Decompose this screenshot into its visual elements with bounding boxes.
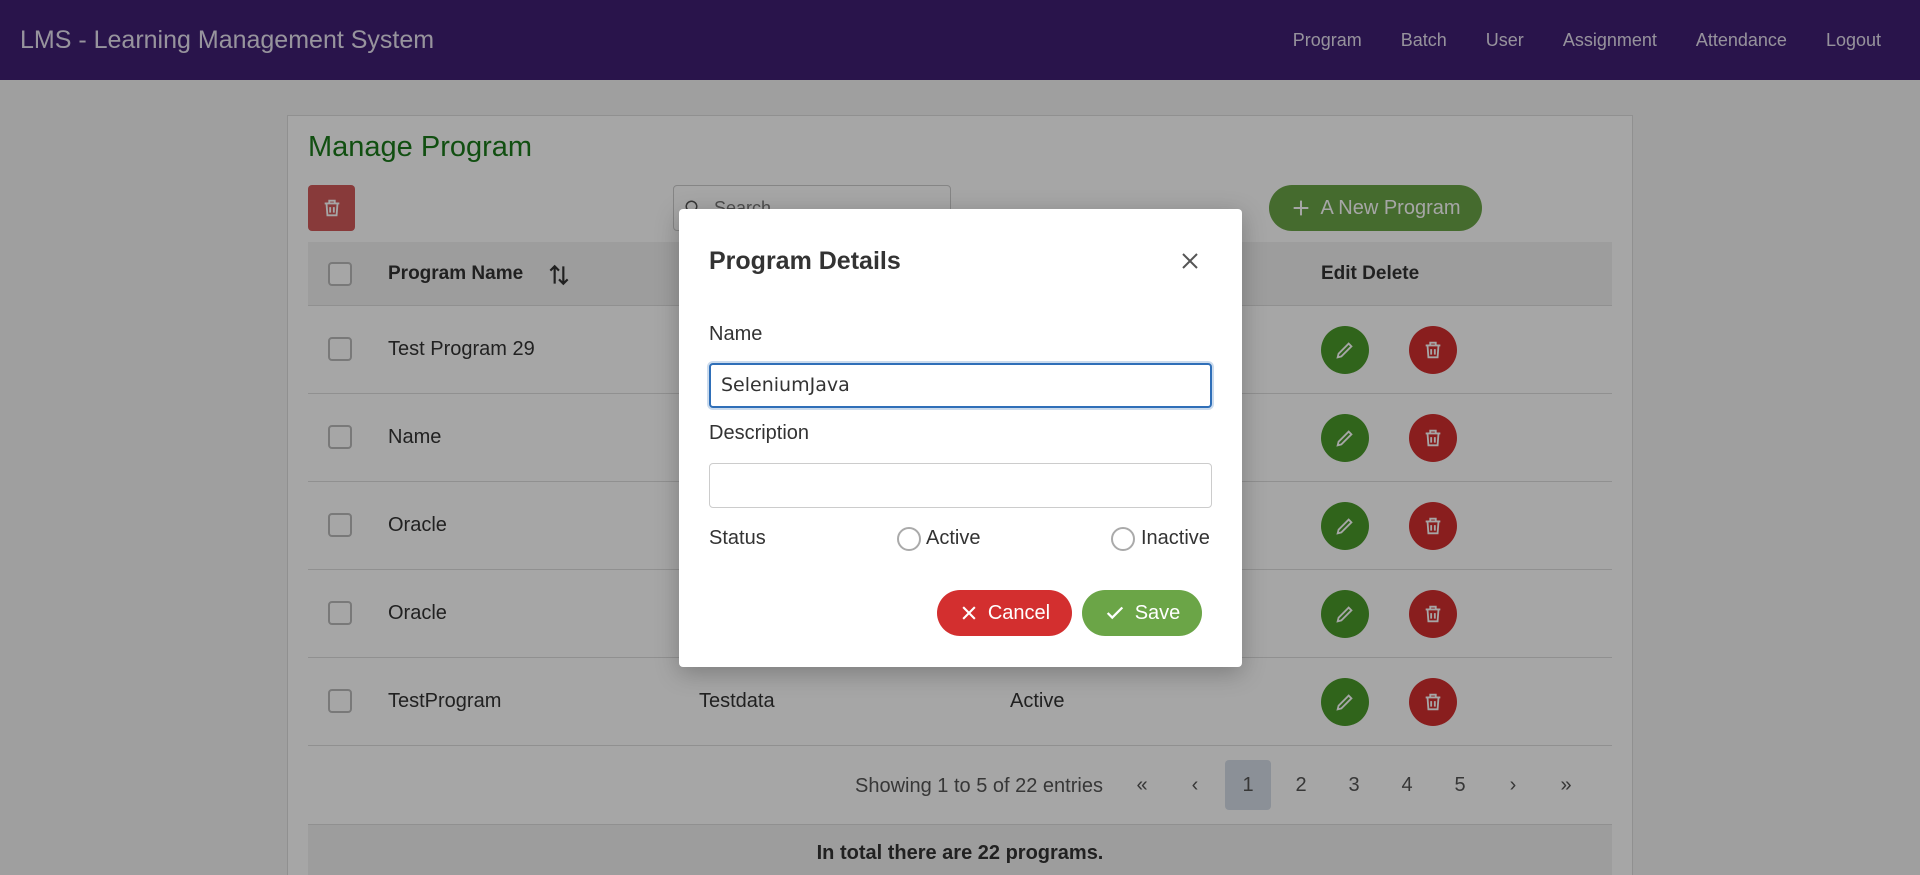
active-label: Active (926, 527, 981, 549)
cancel-label: Cancel (987, 601, 1051, 624)
name-input[interactable]: SeleniumJava (709, 363, 1212, 408)
check-icon (1106, 606, 1123, 620)
inactive-radio[interactable] (1111, 527, 1135, 551)
cancel-button[interactable]: Cancel (937, 590, 1072, 636)
save-label: Save (1134, 601, 1181, 624)
close-icon (962, 606, 976, 620)
active-radio[interactable] (897, 527, 921, 551)
save-button[interactable]: Save (1082, 590, 1202, 636)
inactive-label: Inactive (1141, 527, 1210, 549)
program-details-dialog: Program Details Name SeleniumJava Descri… (679, 209, 1242, 667)
status-label: Status (709, 527, 766, 549)
name-label: Name (709, 323, 763, 345)
dialog-title: Program Details (709, 247, 901, 275)
description-label: Description (709, 422, 810, 444)
description-input[interactable] (709, 463, 1212, 508)
close-icon[interactable] (1178, 249, 1202, 273)
